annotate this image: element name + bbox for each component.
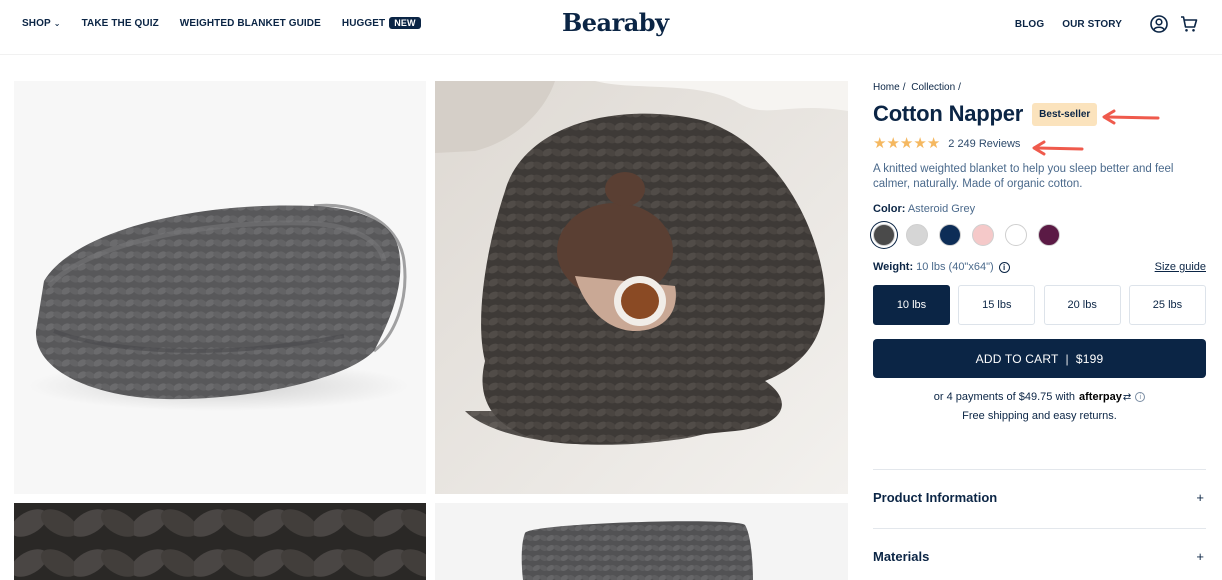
breadcrumb: Home / Collection / [873,82,1206,96]
utility-nav: BLOG OUR STORY [1015,13,1200,35]
nav-shop[interactable]: SHOP ⌄ [22,18,61,29]
button-separator: | [1065,351,1069,366]
accordion-divider [873,469,1206,470]
add-to-cart-price: $199 [1075,351,1104,366]
star-icon: ★ [899,135,914,152]
weight-options: 10 lbs 15 lbs 20 lbs 25 lbs [873,285,1206,325]
accordion-product-information[interactable]: Product Information + [873,490,1206,505]
header-divider [0,54,1222,55]
star-icon: ★ [886,135,900,152]
product-image-woman-with-blanket[interactable] [435,81,848,494]
product-description: A knitted weighted blanket to help you s… [873,163,1174,190]
breadcrumb-separator: / [958,82,961,93]
breadcrumb-collection[interactable]: Collection [911,82,955,93]
nav-quiz-label: TAKE THE QUIZ [81,17,159,29]
weight-label-key: Weight: [873,261,914,273]
weight-option-20[interactable]: 20 lbs [1043,285,1121,325]
swatch-light-grey[interactable] [906,224,928,246]
afterpay-logo: afterpay [1079,391,1122,403]
nav-guide-label: WEIGHTED BLANKET GUIDE [179,17,321,29]
account-icon[interactable] [1148,13,1170,35]
reviews-link[interactable]: 2 249 Reviews [948,138,1020,150]
accordion-divider [873,528,1206,529]
product-image-folded-blanket[interactable] [14,81,426,494]
add-to-cart-button[interactable]: ADD TO CART | $199 [873,339,1206,378]
nav-blog-label: BLOG [1014,18,1045,30]
nav-blog[interactable]: BLOG [1015,19,1044,30]
annotation-arrow [1102,109,1160,125]
add-to-cart-label: ADD TO CART [975,351,1059,366]
weight-value: 10 lbs (40"x64") [916,261,994,273]
color-label: Color: Asteroid Grey [873,203,1206,215]
nav-our-story[interactable]: OUR STORY [1062,19,1122,30]
color-label-key: Color: [873,203,906,215]
color-swatches [873,224,1206,248]
afterpay-row: or 4 payments of $49.75 with afterpay ⇄ … [873,391,1206,403]
swatch-asteroid-grey[interactable] [873,224,895,246]
star-rating: ★ ★ ★ ★ ★ [873,135,941,152]
product-panel: Home / Collection / Cotton Napper Best-sel… [873,82,1206,422]
nav-hugget-label: HUGGET [341,17,386,29]
site-header: SHOP ⌄ TAKE THE QUIZ WEIGHTED BLANKET GU… [0,0,1222,50]
star-icon: ★ [926,135,941,152]
cart-icon[interactable] [1178,13,1200,35]
product-image-knit-closeup[interactable] [14,503,426,580]
breadcrumb-separator: / [902,82,906,93]
weight-option-15[interactable]: 15 lbs [958,285,1036,325]
new-badge: NEW [389,17,421,29]
breadcrumb-home[interactable]: Home [873,82,900,93]
weight-option-10[interactable]: 10 lbs [873,285,950,325]
weight-row: Weight: 10 lbs (40"x64") i Size guide [873,259,1206,275]
chevron-down-icon: ⌄ [53,18,61,28]
product-title: Cotton Napper [873,101,1024,126]
swatch-white[interactable] [1005,224,1027,246]
nav-shop-label: SHOP [22,17,51,29]
swatch-blush[interactable] [972,224,994,246]
main-nav: SHOP ⌄ TAKE THE QUIZ WEIGHTED BLANKET GU… [22,17,442,29]
accordion-title: Product Information [873,490,998,505]
bearaby-logo[interactable]: Bearaby [562,8,669,37]
swatch-navy[interactable] [939,224,961,246]
product-image-rolled-blanket[interactable] [435,503,848,580]
color-value: Asteroid Grey [907,203,976,215]
accordion-title: Materials [873,549,930,564]
nav-our-story-label: OUR STORY [1062,18,1122,30]
bestseller-badge: Best-seller [1032,102,1098,126]
accordion-materials[interactable]: Materials + [873,549,1206,564]
info-icon[interactable]: i [998,261,1010,273]
afterpay-text: or 4 payments of $49.75 with [933,391,1076,403]
nav-take-the-quiz[interactable]: TAKE THE QUIZ [82,18,159,29]
afterpay-arrows-icon: ⇄ [1122,391,1132,403]
shipping-note: Free shipping and easy returns. [962,410,1117,422]
annotation-arrow [1032,140,1084,156]
nav-weighted-blanket-guide[interactable]: WEIGHTED BLANKET GUIDE [180,18,321,29]
afterpay-info-icon[interactable]: i [1135,392,1146,402]
star-icon: ★ [913,135,927,152]
plus-icon: + [1196,490,1204,505]
plus-icon: + [1196,549,1204,564]
nav-hugget[interactable]: HUGGET NEW [342,17,421,29]
weight-option-25[interactable]: 25 lbs [1128,285,1206,325]
weight-label: Weight: 10 lbs (40"x64") i [873,261,1010,273]
star-icon: ★ [873,135,887,152]
swatch-plum[interactable] [1038,224,1060,246]
size-guide-link[interactable]: Size guide [1155,261,1206,273]
